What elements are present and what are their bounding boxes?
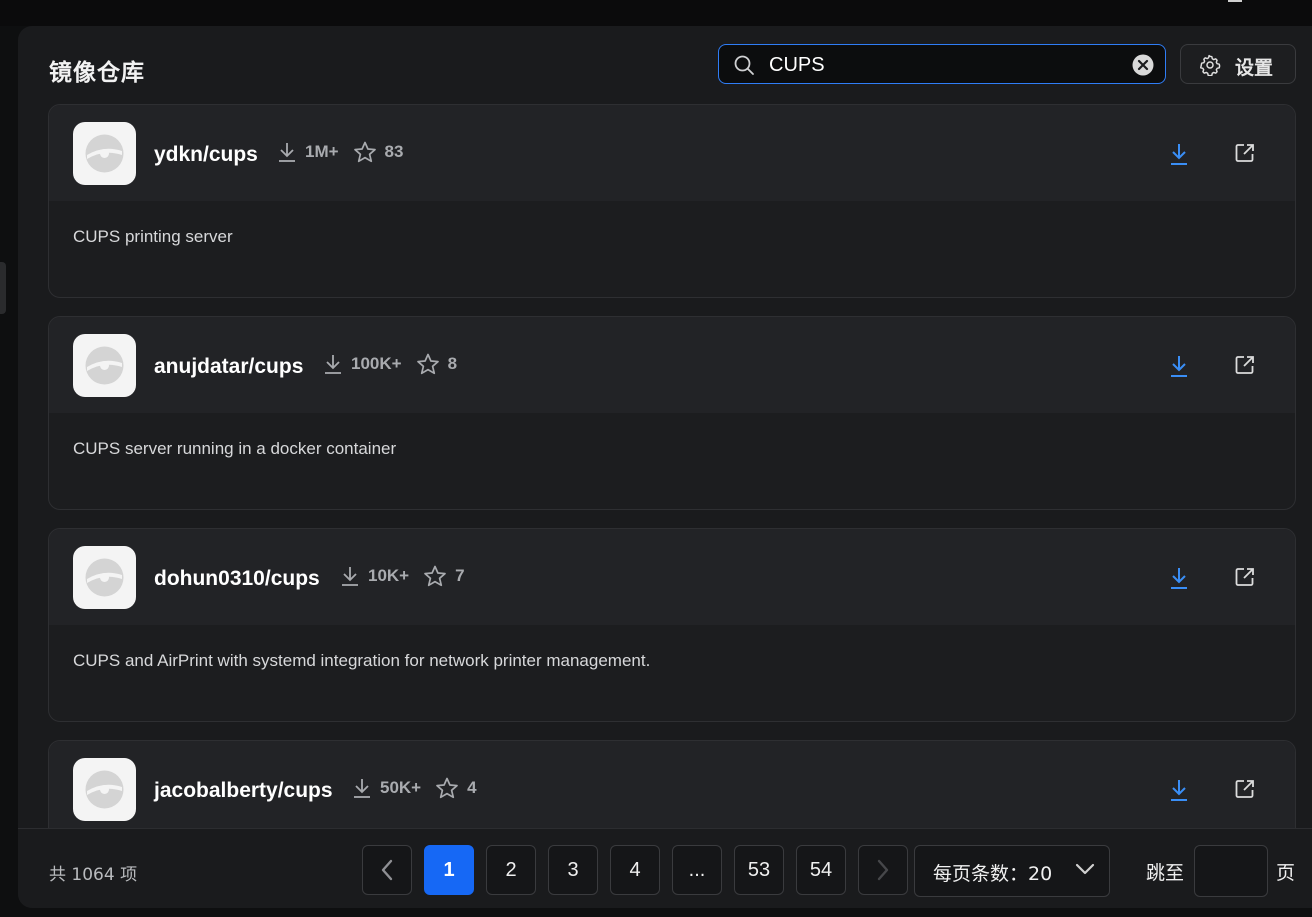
repo-card[interactable]: jacobalberty/cups 50K+ 4: [48, 740, 1296, 828]
download-count: 100K+: [323, 353, 402, 375]
star-icon: [353, 141, 376, 163]
repo-meta: 50K+ 4: [352, 777, 491, 799]
prev-page-button[interactable]: [362, 845, 412, 895]
download-count-icon: [325, 355, 341, 374]
page-size-value: 每页条数：20: [933, 863, 1053, 885]
total-count: 共 1064 项: [49, 865, 138, 885]
page-ellipsis-button[interactable]: ...: [672, 845, 722, 895]
download-count-value: 100K+: [351, 354, 402, 373]
page-button[interactable]: 4: [610, 845, 660, 895]
page-button[interactable]: 54: [796, 845, 846, 895]
page-size-select[interactable]: 每页条数：20: [914, 845, 1110, 897]
repo-name[interactable]: jacobalberty/cups: [154, 779, 333, 803]
side-handle[interactable]: [0, 262, 6, 314]
repo-name[interactable]: dohun0310/cups: [154, 567, 320, 591]
repo-card[interactable]: ydkn/cups 1M+ 83 CUPS printing server: [48, 104, 1296, 298]
repo-name[interactable]: ydkn/cups: [154, 143, 258, 167]
star-icon: [416, 353, 439, 375]
repo-card[interactable]: dohun0310/cups 10K+ 7 CUPS and AirPrint …: [48, 528, 1296, 722]
star-count: 8: [416, 353, 457, 375]
jump-page-input[interactable]: [1194, 845, 1268, 897]
pagination-footer: 共 1064 项 1 2 3 4 ... 53 54 每页条数：20 跳至 页: [18, 828, 1312, 908]
settings-button[interactable]: 设置: [1180, 44, 1296, 84]
repo-meta: 100K+ 8: [323, 353, 471, 375]
repo-logo: [73, 334, 136, 397]
window-top-strip: [0, 0, 1312, 26]
repo-meta: 10K+ 7: [340, 565, 479, 587]
download-count-icon: [342, 567, 358, 586]
star-count-value: 7: [455, 566, 465, 585]
search-box[interactable]: [718, 44, 1166, 84]
star-count: 83: [353, 141, 404, 163]
pull-icon[interactable]: [1167, 353, 1191, 384]
repo-meta: 1M+ 83: [277, 141, 417, 163]
search-input[interactable]: [767, 51, 1131, 79]
repo-description: CUPS server running in a docker containe…: [73, 439, 397, 458]
jump-label: 跳至: [1146, 862, 1185, 884]
next-page-button[interactable]: [858, 845, 908, 895]
download-count: 50K+: [352, 777, 421, 799]
page-button[interactable]: 2: [486, 845, 536, 895]
star-count-value: 8: [447, 354, 458, 373]
corner-mark: [1228, 0, 1242, 2]
repo-description: CUPS and AirPrint with systemd integrati…: [73, 651, 651, 670]
repo-logo: [73, 758, 136, 821]
registry-panel: 镜像仓库 设置 ydkn/cups 1M+: [18, 26, 1312, 908]
external-link-icon[interactable]: [1233, 777, 1257, 806]
star-icon: [424, 565, 446, 587]
repo-description: CUPS printing server: [73, 227, 233, 246]
download-count: 1M+: [277, 141, 339, 163]
page-button[interactable]: 3: [548, 845, 598, 895]
page-title: 镜像仓库: [49, 60, 145, 86]
download-count-icon: [279, 143, 295, 162]
page-button[interactable]: 1: [424, 845, 474, 895]
chevron-left-icon: [381, 859, 393, 881]
download-count-value: 1M+: [305, 142, 339, 161]
search-icon: [733, 54, 755, 81]
download-count-value: 50K+: [380, 778, 422, 797]
repo-list: ydkn/cups 1M+ 83 CUPS printing server an…: [48, 104, 1296, 828]
star-count: 4: [435, 777, 477, 799]
pull-icon[interactable]: [1167, 141, 1191, 172]
download-count-value: 10K+: [368, 566, 410, 585]
star-icon: [436, 777, 458, 799]
star-count-value: 4: [467, 778, 477, 797]
repo-name[interactable]: anujdatar/cups: [154, 355, 303, 379]
page-button[interactable]: 53: [734, 845, 784, 895]
settings-label: 设置: [1235, 57, 1274, 79]
pull-icon[interactable]: [1167, 777, 1191, 808]
repo-logo: [73, 546, 136, 609]
clear-icon[interactable]: [1132, 54, 1154, 81]
external-link-icon[interactable]: [1233, 141, 1257, 170]
chevron-right-icon: [877, 859, 889, 881]
download-count: 10K+: [340, 565, 409, 587]
star-count-value: 83: [384, 142, 404, 161]
gear-icon: [1199, 54, 1221, 81]
external-link-icon[interactable]: [1233, 565, 1257, 594]
page-suffix: 页: [1276, 862, 1296, 884]
external-link-icon[interactable]: [1233, 353, 1257, 382]
chevron-down-icon: [1075, 862, 1095, 881]
pull-icon[interactable]: [1167, 565, 1191, 596]
star-count: 7: [423, 565, 465, 587]
repo-card[interactable]: anujdatar/cups 100K+ 8 CUPS server runni…: [48, 316, 1296, 510]
download-count-icon: [354, 779, 370, 798]
repo-logo: [73, 122, 136, 185]
